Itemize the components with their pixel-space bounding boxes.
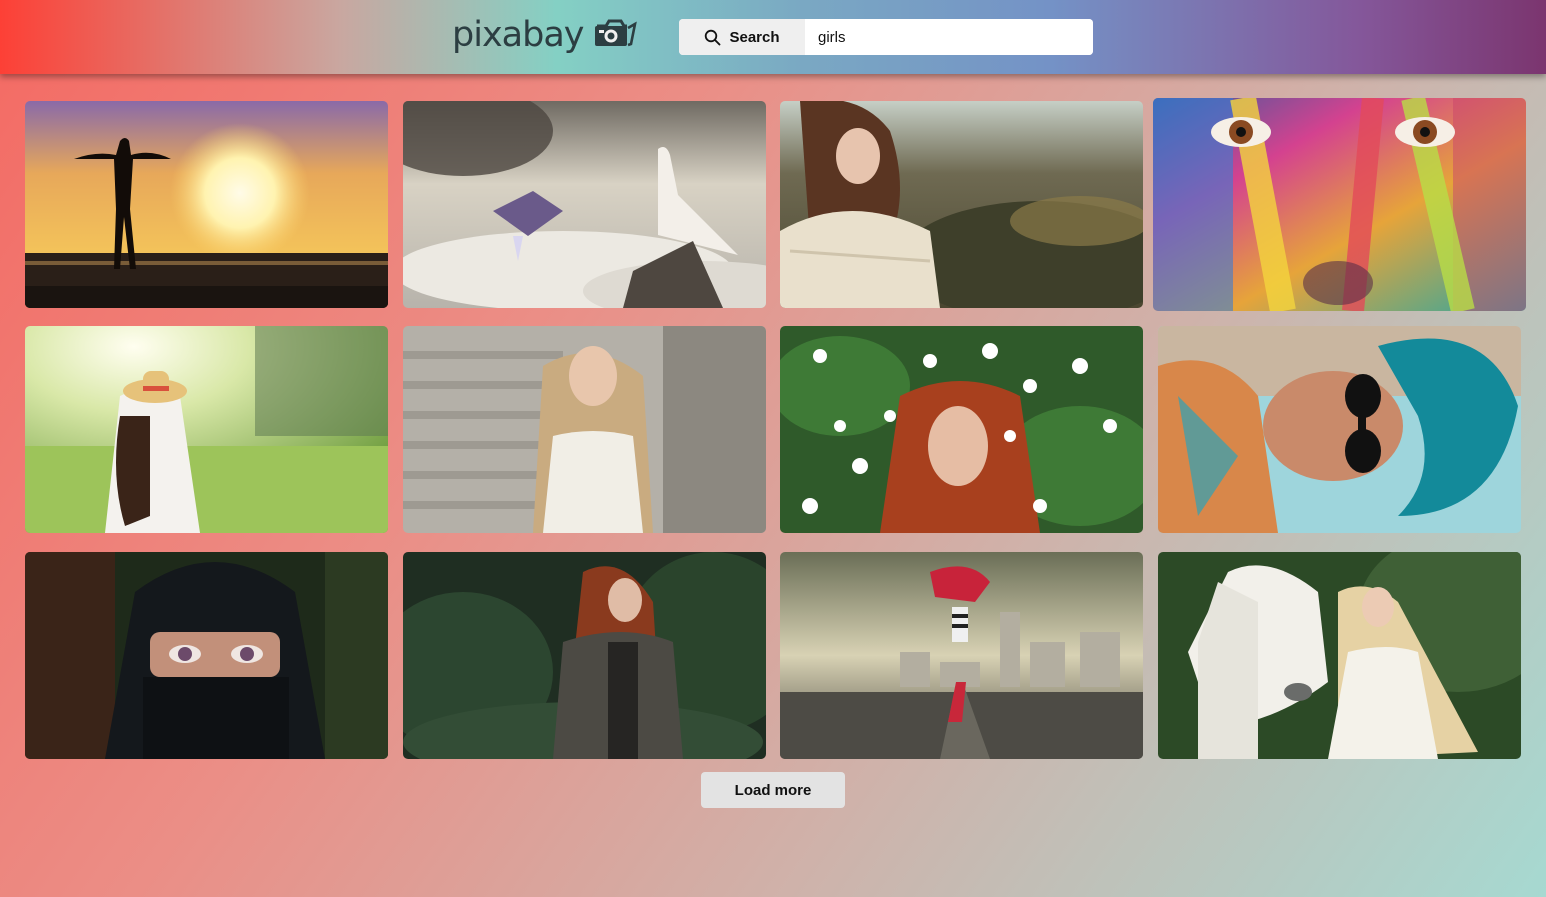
search-button-label: Search bbox=[729, 28, 780, 46]
gallery-image-dancer-city-road[interactable] bbox=[780, 552, 1143, 759]
gallery-image-hijab-eyes[interactable] bbox=[25, 552, 388, 759]
search-input[interactable] bbox=[805, 19, 1093, 55]
search-form: Search bbox=[679, 19, 1093, 55]
gallery-image-silhouette-sunset[interactable] bbox=[25, 101, 388, 308]
pixabay-logo[interactable]: pixabay bbox=[452, 14, 638, 56]
gallery-image-girl-stone-stairs[interactable] bbox=[403, 326, 766, 533]
gallery-image-painted-face[interactable] bbox=[1153, 98, 1526, 311]
load-more-button[interactable]: Load more bbox=[701, 772, 845, 808]
search-button[interactable]: Search bbox=[679, 19, 805, 55]
gallery-image-girl-white-horse[interactable] bbox=[1158, 552, 1521, 759]
gallery-image-girl-hat-meadow[interactable] bbox=[25, 326, 388, 533]
gallery-image-blue-hair-sunglasses[interactable] bbox=[1158, 326, 1521, 533]
gallery-image-fantasy-clouds-castle[interactable] bbox=[403, 101, 766, 308]
logo-text: pixabay bbox=[452, 15, 584, 55]
camera-icon bbox=[593, 18, 638, 53]
header-bar: pixabay Search bbox=[0, 0, 1546, 74]
search-icon bbox=[705, 29, 721, 45]
gallery-image-girl-shawl-forest[interactable] bbox=[780, 101, 1143, 308]
gallery-image-redhead-jasmine[interactable] bbox=[780, 326, 1143, 533]
gallery-image-redhead-pine-forest[interactable] bbox=[403, 552, 766, 759]
